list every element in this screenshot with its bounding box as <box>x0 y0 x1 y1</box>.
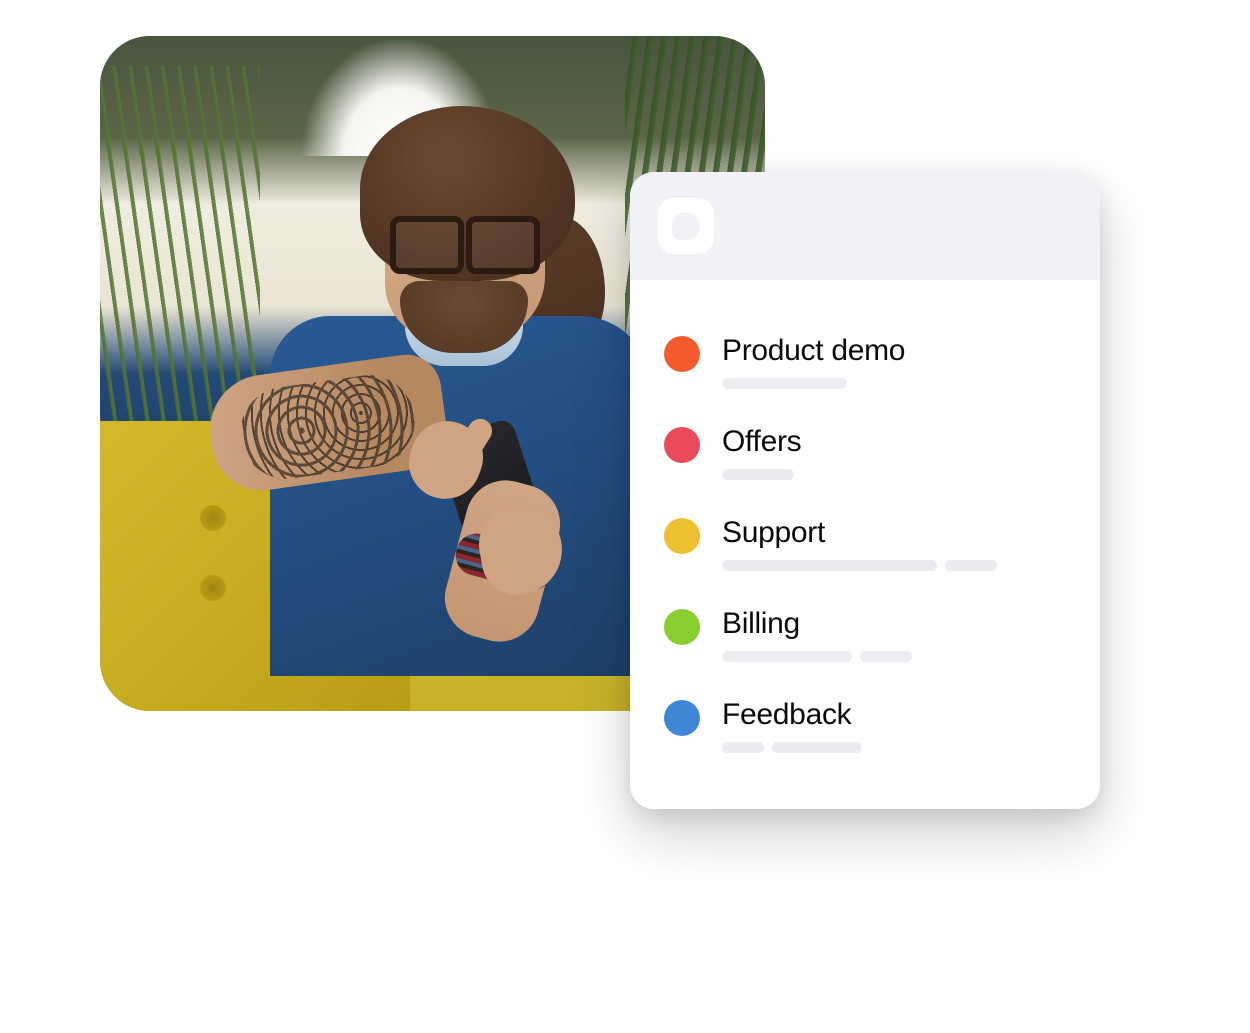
couch-tuft <box>200 575 226 601</box>
menu-item-feedback[interactable]: Feedback <box>664 680 1066 771</box>
placeholder-line <box>722 651 1066 662</box>
widget-menu: Product demo Offers Suppor <box>630 284 1100 809</box>
chat-widget-card: Product demo Offers Suppor <box>630 172 1100 809</box>
menu-item-product-demo[interactable]: Product demo <box>664 316 1066 407</box>
support-dot-icon <box>664 518 700 554</box>
placeholder-line <box>722 742 1066 753</box>
menu-item-label: Product demo <box>722 334 1066 368</box>
offers-dot-icon <box>664 427 700 463</box>
app-logo-icon <box>658 198 714 254</box>
widget-header <box>630 172 1100 280</box>
placeholder-line <box>722 560 1066 571</box>
menu-item-support[interactable]: Support <box>664 498 1066 589</box>
product-demo-dot-icon <box>664 336 700 372</box>
feedback-dot-icon <box>664 700 700 736</box>
placeholder-line <box>722 469 1066 480</box>
menu-item-label: Support <box>722 516 1066 550</box>
menu-item-offers[interactable]: Offers <box>664 407 1066 498</box>
couch-tuft <box>200 505 226 531</box>
placeholder-line <box>722 378 1066 389</box>
menu-item-billing[interactable]: Billing <box>664 589 1066 680</box>
menu-item-label: Offers <box>722 425 1066 459</box>
menu-item-label: Feedback <box>722 698 1066 732</box>
billing-dot-icon <box>664 609 700 645</box>
menu-item-label: Billing <box>722 607 1066 641</box>
